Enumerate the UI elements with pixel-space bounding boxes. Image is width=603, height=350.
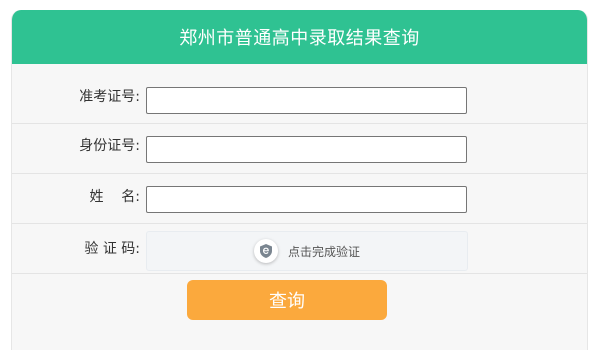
exam-id-label: 准考证号: [79, 89, 140, 105]
captcha-prompt: 点击完成验证 [287, 244, 360, 259]
id-card-label: 身份证号: [79, 138, 140, 154]
exam-id-row: 准考证号: [12, 64, 587, 124]
exam-id-input[interactable] [146, 87, 467, 114]
name-input[interactable] [146, 186, 467, 213]
captcha-widget[interactable]: 点击完成验证 [146, 231, 468, 271]
id-card-input[interactable] [146, 136, 467, 163]
verify-shield-icon [253, 239, 278, 263]
name-row: 姓 名: [12, 174, 587, 224]
captcha-row: 验 证 码: 点击完成验证 [12, 224, 587, 274]
query-button[interactable]: 查询 [187, 280, 387, 320]
name-label: 姓 名: [89, 189, 140, 205]
captcha-label: 验 证 码: [84, 241, 140, 257]
page-title: 郑州市普通高中录取结果查询 [12, 10, 587, 64]
id-card-row: 身份证号: [12, 124, 587, 174]
